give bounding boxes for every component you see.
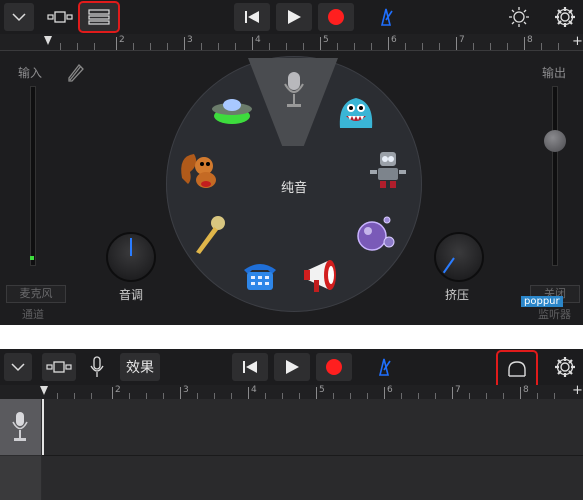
timeline-ruler[interactable]: 2 3 4 5 6 7 8 + xyxy=(0,383,583,400)
ruler-number: 2 xyxy=(119,35,125,45)
ufo-icon[interactable] xyxy=(208,94,254,130)
chevron-down-icon xyxy=(11,363,25,372)
input-level-meter xyxy=(30,86,36,266)
ruler-number: 7 xyxy=(459,35,465,45)
add-section-icon[interactable]: + xyxy=(572,34,583,49)
track-view-button[interactable] xyxy=(42,353,76,381)
pen-icon[interactable] xyxy=(66,62,86,82)
ruler-number: 4 xyxy=(251,385,257,395)
settings-button[interactable] xyxy=(550,3,580,31)
selected-preset-label: 纯音 xyxy=(280,181,307,196)
rewind-icon xyxy=(245,11,259,23)
play-button[interactable] xyxy=(276,3,312,31)
gear-icon xyxy=(555,7,575,27)
bottom-screen: 效果 2 3 4 5 6 7 8 + xyxy=(0,349,583,500)
pitch-knob[interactable] xyxy=(106,232,156,282)
squirrel-icon[interactable] xyxy=(178,148,222,190)
microphone-icon xyxy=(90,356,104,377)
playhead-marker[interactable] xyxy=(44,36,52,45)
metronome-icon xyxy=(378,358,391,376)
timeline-ruler[interactable]: 2 3 4 5 6 7 8 + xyxy=(0,34,583,51)
input-label: 输入 xyxy=(18,66,43,80)
rewind-icon xyxy=(243,361,257,373)
ruler-number: 2 xyxy=(115,385,121,395)
bubbles-icon[interactable] xyxy=(354,214,396,254)
playhead-marker[interactable] xyxy=(40,386,48,395)
microphone-button[interactable]: 麦克风 xyxy=(6,285,66,303)
megaphone-icon[interactable] xyxy=(302,256,346,296)
top-screen: 2 3 4 5 6 7 8 + 输入 麦克风 通道 音调 纯音 输出 挤压 关闭… xyxy=(0,0,583,325)
ruler-number: 3 xyxy=(183,385,189,395)
ruler-number: 4 xyxy=(255,35,261,45)
mixer-list-view-button[interactable] xyxy=(78,1,120,33)
add-section-icon[interactable]: + xyxy=(572,383,583,398)
track-view-button[interactable] xyxy=(44,3,76,31)
output-volume-slider[interactable] xyxy=(544,130,566,152)
rewind-button[interactable] xyxy=(234,3,270,31)
ruler-number: 6 xyxy=(391,35,397,45)
ruler-number: 5 xyxy=(323,35,329,45)
settings-button[interactable] xyxy=(550,353,580,381)
playhead-line xyxy=(42,399,44,455)
empty-track-header xyxy=(0,456,41,500)
brightness-settings-button[interactable] xyxy=(504,3,534,31)
microphone-icon xyxy=(12,412,28,441)
ruler-number: 8 xyxy=(527,35,533,45)
chevron-down-icon xyxy=(12,13,26,22)
bottom-toolbar: 效果 xyxy=(0,349,583,390)
monster-icon[interactable] xyxy=(336,92,376,132)
tracks-view-icon xyxy=(46,361,72,373)
metronome-button[interactable] xyxy=(368,353,400,381)
robot-icon[interactable] xyxy=(368,148,408,190)
record-icon xyxy=(326,359,342,375)
ruler-number: 5 xyxy=(319,385,325,395)
empty-track-lane xyxy=(42,456,583,500)
pitch-label: 音调 xyxy=(118,288,143,302)
track-header[interactable] xyxy=(0,399,41,455)
microphone-icon[interactable] xyxy=(280,70,308,112)
dropdown-menu-button[interactable] xyxy=(4,3,34,31)
monitor-label: 监听器 xyxy=(538,308,571,321)
sun-icon xyxy=(509,7,529,27)
ruler-number: 8 xyxy=(523,385,529,395)
compression-knob[interactable] xyxy=(434,232,484,282)
track-lane[interactable] xyxy=(42,399,583,456)
record-button[interactable] xyxy=(318,3,354,31)
ruler-number: 7 xyxy=(455,385,461,395)
tracks-view-icon xyxy=(47,11,73,23)
effects-button[interactable]: 效果 xyxy=(120,353,160,381)
headphones-icon xyxy=(508,361,526,377)
play-icon xyxy=(288,10,301,24)
play-icon xyxy=(286,360,299,374)
microphone-gold-icon[interactable] xyxy=(192,214,228,256)
dropdown-menu-button[interactable] xyxy=(4,353,32,381)
output-label: 输出 xyxy=(542,66,567,80)
input-level-indicator xyxy=(30,256,34,260)
record-icon xyxy=(328,9,344,25)
list-view-icon xyxy=(88,9,110,25)
metronome-icon xyxy=(380,8,393,26)
telephone-icon[interactable] xyxy=(240,258,280,294)
record-button[interactable] xyxy=(316,353,352,381)
rewind-button[interactable] xyxy=(232,353,268,381)
gear-icon xyxy=(555,357,575,377)
top-toolbar xyxy=(0,0,583,34)
metronome-button[interactable] xyxy=(370,3,402,31)
watermark-logo: poppur xyxy=(521,296,563,307)
ruler-number: 6 xyxy=(387,385,393,395)
channel-label: 通道 xyxy=(22,308,44,321)
compression-label: 挤压 xyxy=(444,288,469,302)
audio-input-settings-button[interactable] xyxy=(496,350,538,390)
ruler-number: 3 xyxy=(187,35,193,45)
output-level-track xyxy=(552,86,558,266)
play-button[interactable] xyxy=(274,353,310,381)
microphone-button[interactable] xyxy=(84,353,110,381)
